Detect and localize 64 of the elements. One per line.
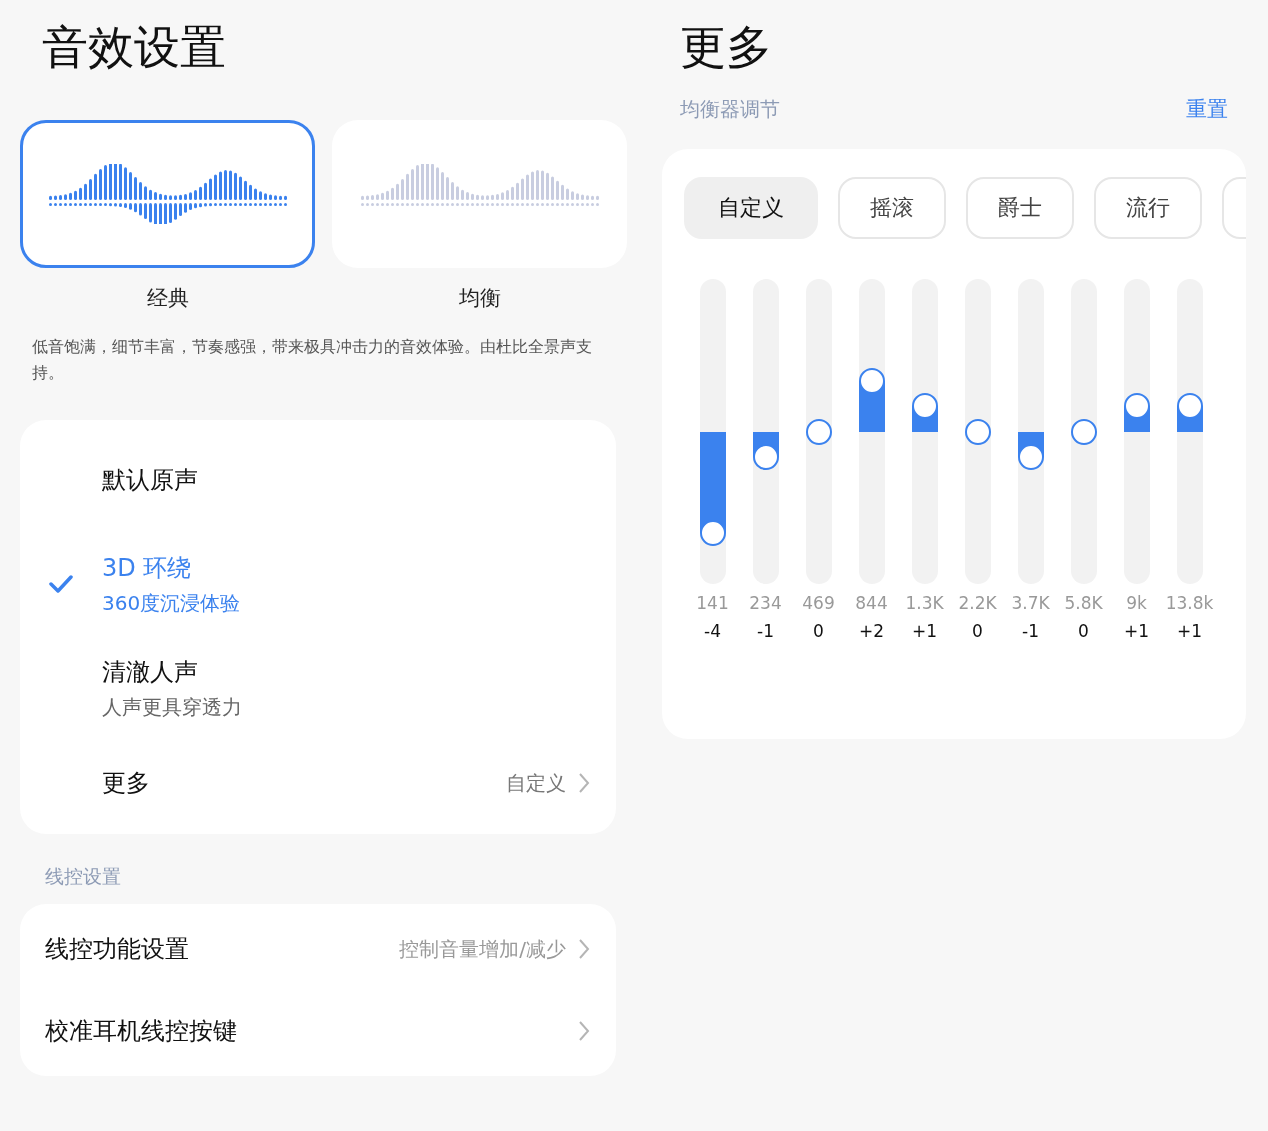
slider-thumb[interactable] <box>1070 418 1097 445</box>
frequency-label: 141 <box>696 593 729 613</box>
frequency-label: 13.8k <box>1165 593 1214 613</box>
slider-track[interactable] <box>699 279 726 584</box>
slider-thumb[interactable] <box>1123 393 1150 420</box>
slider-thumb[interactable] <box>1176 393 1203 420</box>
gain-value: +2 <box>858 621 885 641</box>
sound-style-label: 经典 <box>146 285 189 312</box>
gain-value: 0 <box>813 621 824 641</box>
frequency-label: 234 <box>749 593 782 613</box>
slider-thumb[interactable] <box>805 418 832 445</box>
slider-track[interactable] <box>1176 279 1203 584</box>
gain-value: 0 <box>972 621 983 641</box>
reset-link[interactable]: 重置 <box>1186 95 1228 123</box>
slider-track[interactable] <box>805 279 832 584</box>
mode-subtitle: 360度沉浸体验 <box>102 589 241 617</box>
setting-label[interactable]: 校准耳机线控按键 <box>45 1015 237 1047</box>
chevron-right-icon <box>578 772 590 794</box>
gain-value: +1 <box>911 621 938 641</box>
gain-value: +1 <box>1123 621 1150 641</box>
gain-value: +1 <box>1176 621 1203 641</box>
frequency-label: 5.8K <box>1064 593 1103 613</box>
slider-track[interactable] <box>964 279 991 584</box>
preset-tab[interactable]: 摇滚 <box>838 177 946 239</box>
frequency-label: 9k <box>1126 593 1147 613</box>
frequency-label: 3.7K <box>1011 593 1050 613</box>
page-title: 音效设置 <box>41 19 227 76</box>
frequency-label: 1.3K <box>905 593 944 613</box>
gain-value: 0 <box>1078 621 1089 641</box>
more-label[interactable]: 更多 <box>102 767 150 799</box>
slider-track[interactable] <box>752 279 779 584</box>
slider-track[interactable] <box>911 279 938 584</box>
sound-style-card[interactable] <box>20 120 315 268</box>
section-label: 均衡器调节 <box>680 95 780 123</box>
mode-title[interactable]: 3D 环绕 <box>102 551 241 584</box>
preset-tab[interactable]: 爵士 <box>966 177 1074 239</box>
chevron-right-icon <box>578 1020 590 1042</box>
slider-thumb[interactable] <box>911 393 938 420</box>
setting-value: 控制音量增加/减少 <box>399 935 566 963</box>
slider-thumb[interactable] <box>964 418 991 445</box>
section-label: 线控设置 <box>45 864 122 889</box>
mode-title[interactable]: 清澈人声 <box>102 655 242 688</box>
mode-subtitle: 人声更具穿透力 <box>102 693 242 721</box>
gain-value: -4 <box>704 621 721 641</box>
preset-tab[interactable]: 自定义 <box>684 177 818 239</box>
mode-title[interactable]: 默认原声 <box>102 464 198 496</box>
gain-value: -1 <box>757 621 774 641</box>
more-value: 自定义 <box>506 769 566 797</box>
slider-thumb[interactable] <box>858 367 885 394</box>
frequency-label: 469 <box>802 593 835 613</box>
slider-track[interactable] <box>1017 279 1044 584</box>
sound-style-label: 均衡 <box>458 285 501 312</box>
setting-label[interactable]: 线控功能设置 <box>45 933 189 965</box>
style-description: 低音饱满，细节丰富，节奏感强，带来极具冲击力的音效体验。由杜比全景声支持。 <box>32 336 593 384</box>
slider-track[interactable] <box>1070 279 1097 584</box>
frequency-label: 844 <box>855 593 888 613</box>
slider-track[interactable] <box>858 279 885 584</box>
slider-track[interactable] <box>1123 279 1150 584</box>
gain-value: -1 <box>1022 621 1039 641</box>
frequency-label: 2.2K <box>958 593 997 613</box>
preset-tab[interactable]: 流行 <box>1094 177 1202 239</box>
chevron-right-icon <box>578 938 590 960</box>
page-title: 更多 <box>679 19 773 76</box>
slider-thumb[interactable] <box>699 520 726 547</box>
